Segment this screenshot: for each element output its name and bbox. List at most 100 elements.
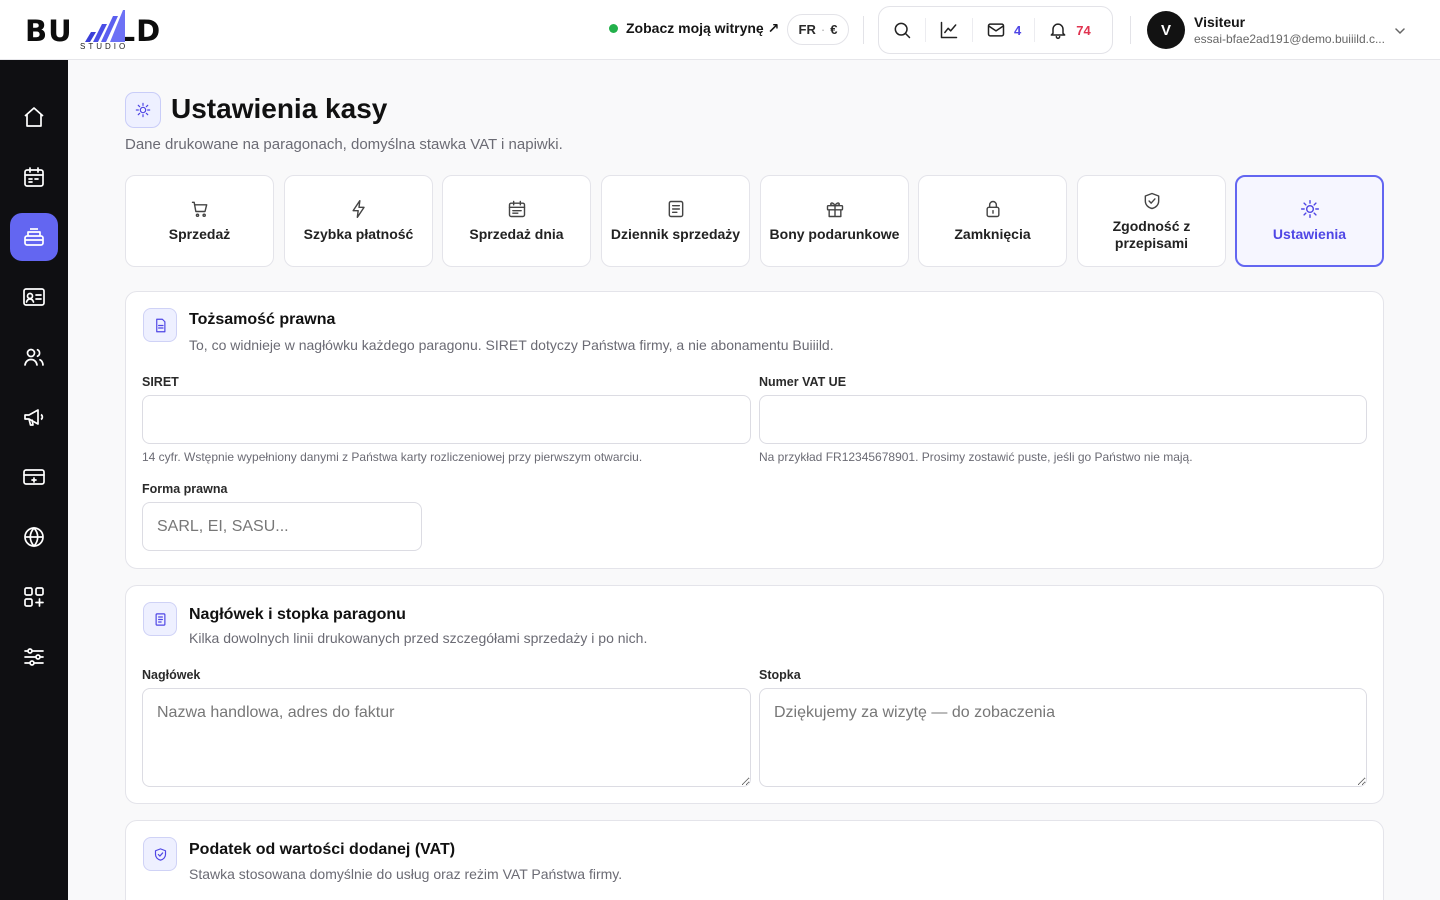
cart-icon (191, 201, 207, 218)
tab-label: Zamknięcia (954, 226, 1031, 242)
payment-card-icon (23, 469, 45, 485)
card-subtitle: To, co widnieje w nagłówku każdego parag… (189, 337, 834, 353)
tab-closures[interactable]: Zamknięcia (918, 175, 1067, 267)
sidebar-item-register[interactable] (10, 213, 58, 261)
gift-icon (826, 202, 843, 218)
users-icon (24, 348, 44, 366)
siret-label: SIRET (142, 375, 179, 389)
journal-icon (668, 200, 683, 218)
logo-text-left: BU (25, 14, 73, 48)
siret-hint: 14 cyfr. Wstępnie wypełniony danymi z Pa… (142, 450, 643, 464)
analytics-button[interactable] (925, 18, 972, 42)
user-menu[interactable]: V Visiteur essai-bfae2ad191@demo.buiiild… (1147, 11, 1385, 49)
receipt-header-textarea[interactable] (142, 688, 751, 787)
mail-icon (987, 23, 1005, 37)
build-studio-logo[interactable]: BU LD STUDIO (25, 8, 185, 52)
tab-label: Bony podarunkowe (769, 226, 900, 242)
contact-card-icon (23, 288, 45, 306)
lock-icon (985, 200, 1000, 218)
receipt-footer-textarea[interactable] (759, 688, 1367, 787)
receipt-icon-box (143, 602, 177, 636)
top-bar: BU LD STUDIO Zobacz moją witrynę ↗ FR · €… (0, 0, 1440, 60)
globe-icon (24, 526, 44, 548)
vat-number-label: Numer VAT UE (759, 375, 847, 389)
sliders-icon (24, 648, 44, 666)
receipt-icon (155, 612, 165, 626)
chart-line-icon (940, 21, 958, 39)
sidebar-item-clients[interactable] (10, 333, 58, 381)
search-icon (894, 22, 911, 39)
shield-check-icon (1144, 192, 1159, 209)
sidebar-item-contacts[interactable] (10, 273, 58, 321)
notifications-count-badge: 74 (1076, 22, 1091, 38)
sidebar-item-website[interactable] (10, 513, 58, 561)
siret-input[interactable] (142, 395, 751, 444)
legal-form-input[interactable] (142, 502, 422, 551)
calendar-icon (24, 167, 44, 187)
currency-symbol: € (830, 22, 838, 37)
card-title: Nagłówek i stopka paragonu (189, 606, 406, 623)
sidebar-item-settings[interactable] (10, 633, 58, 681)
language-currency-switcher[interactable]: FR · € (787, 14, 849, 45)
bell-icon (1050, 23, 1066, 40)
logo-subtitle: STUDIO (80, 42, 129, 51)
shield-check-icon (154, 847, 166, 861)
messages-button[interactable]: 4 (972, 18, 1034, 42)
tab-label: Szybka płatność (303, 226, 414, 242)
settings-header-icon-box (125, 92, 161, 128)
tab-sales-journal[interactable]: Dziennik sprzedaży (601, 175, 750, 267)
search-button[interactable] (879, 6, 925, 54)
sidebar-item-marketing[interactable] (10, 393, 58, 441)
language-code: FR (798, 22, 816, 37)
legal-identity-card: Tożsamość prawna To, co widnieje w nagłó… (125, 291, 1384, 569)
tab-label: Sprzedaż (168, 226, 231, 242)
sidebar-item-apps[interactable] (10, 573, 58, 621)
view-site-label: Zobacz moją witrynę ↗ (626, 20, 780, 36)
apps-icon (24, 587, 44, 607)
tab-daily-sales[interactable]: Sprzedaż dnia (442, 175, 591, 267)
tab-label: Sprzedaż dnia (469, 226, 564, 242)
user-name: Visiteur (1194, 14, 1246, 30)
receipt-header-label: Nagłówek (142, 668, 201, 682)
receipt-header-footer-card: Nagłówek i stopka paragonu Kilka dowolny… (125, 585, 1384, 804)
tab-quick-payment[interactable]: Szybka płatność (284, 175, 433, 267)
sidebar (0, 60, 68, 900)
vat-number-input[interactable] (759, 395, 1367, 444)
vat-number-hint: Na przykład FR12345678901. Prosimy zosta… (759, 450, 1193, 464)
toolbar-group: 4 74 (878, 6, 1113, 54)
card-title: Tożsamość prawna (189, 311, 336, 328)
shield-icon-box (143, 837, 177, 871)
card-subtitle: Stawka stosowana domyślnie do usług oraz… (189, 866, 623, 882)
page-title: Ustawienia kasy (171, 93, 388, 124)
home-icon (24, 107, 44, 127)
notifications-button[interactable]: 74 (1034, 18, 1103, 42)
document-icon-box (143, 308, 177, 342)
calendar-icon (508, 200, 525, 218)
tab-settings[interactable]: Ustawienia (1235, 175, 1384, 267)
view-site-link[interactable]: Zobacz moją witrynę ↗ (609, 20, 779, 37)
divider (1130, 16, 1131, 44)
sun-gear-icon (1300, 199, 1319, 219)
megaphone-icon (24, 409, 44, 426)
receipt-footer-label: Stopka (759, 668, 801, 682)
document-icon (155, 318, 165, 332)
tab-compliance[interactable]: Zgodność z przepisami (1077, 175, 1226, 267)
online-status-dot (609, 24, 618, 33)
messages-count-badge: 4 (1014, 22, 1022, 38)
user-email: essai-bfae2ad191@demo.buiiild.c... (1194, 32, 1385, 46)
sun-gear-icon (135, 102, 151, 118)
sidebar-item-home[interactable] (10, 93, 58, 141)
avatar: V (1147, 11, 1185, 49)
register-tabs: Sprzedaż Szybka płatność Sprzedaż dnia D… (125, 175, 1384, 267)
legal-form-label: Forma prawna (142, 482, 228, 496)
page-subtitle: Dane drukowane na paragonach, domyślna s… (125, 136, 563, 153)
sidebar-item-payments[interactable] (10, 453, 58, 501)
tab-gift-cards[interactable]: Bony podarunkowe (760, 175, 909, 267)
sidebar-item-calendar[interactable] (10, 153, 58, 201)
tab-sales[interactable]: Sprzedaż (125, 175, 274, 267)
chevron-down-icon[interactable] (1393, 24, 1407, 38)
logo-bars-icon (85, 10, 125, 42)
tab-label: Ustawienia (1272, 226, 1347, 242)
card-subtitle: Kilka dowolnych linii drukowanych przed … (189, 630, 648, 646)
vat-card: Podatek od wartości dodanej (VAT) Stawka… (125, 820, 1384, 900)
